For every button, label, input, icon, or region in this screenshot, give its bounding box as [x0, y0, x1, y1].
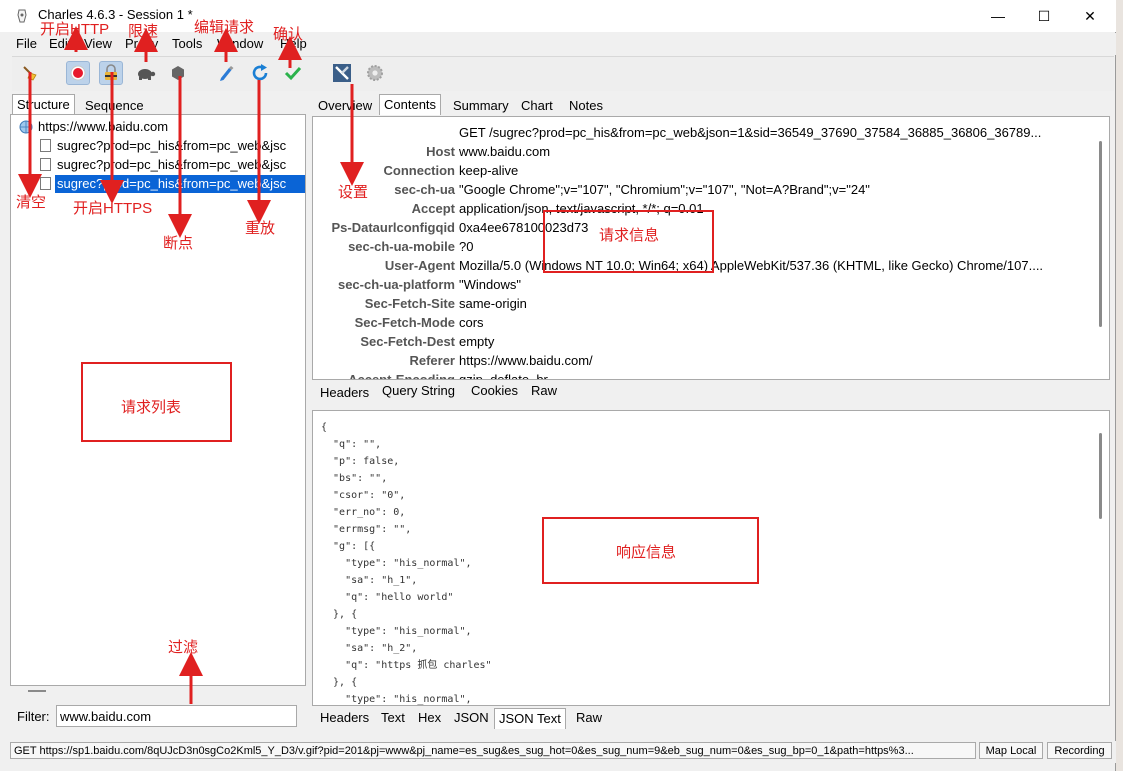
- annotation-settings: 设置: [338, 184, 369, 201]
- annotation-start-https: 开启HTTPS: [73, 200, 153, 217]
- annotation-box-request-info: 请求信息: [543, 210, 714, 273]
- annotation-clear: 清空: [16, 194, 47, 211]
- annotation-box-response-info: 响应信息: [542, 517, 759, 584]
- annotation-throttle: 限速: [128, 23, 159, 40]
- annotation-start-http: 开启HTTP: [40, 21, 110, 38]
- annotation-request-info: 请求信息: [599, 227, 660, 244]
- annotation-breakpoint: 断点: [163, 235, 194, 252]
- annotation-confirm: 确认: [273, 26, 304, 43]
- annotation-filter: 过滤: [168, 639, 199, 656]
- annotation-box-request-list: 请求列表: [81, 362, 232, 442]
- annotation-response-info: 响应信息: [616, 544, 677, 561]
- annotation-replay: 重放: [245, 220, 276, 237]
- annotation-request-list: 请求列表: [121, 399, 182, 416]
- annotation-edit-request: 编辑请求: [194, 19, 255, 36]
